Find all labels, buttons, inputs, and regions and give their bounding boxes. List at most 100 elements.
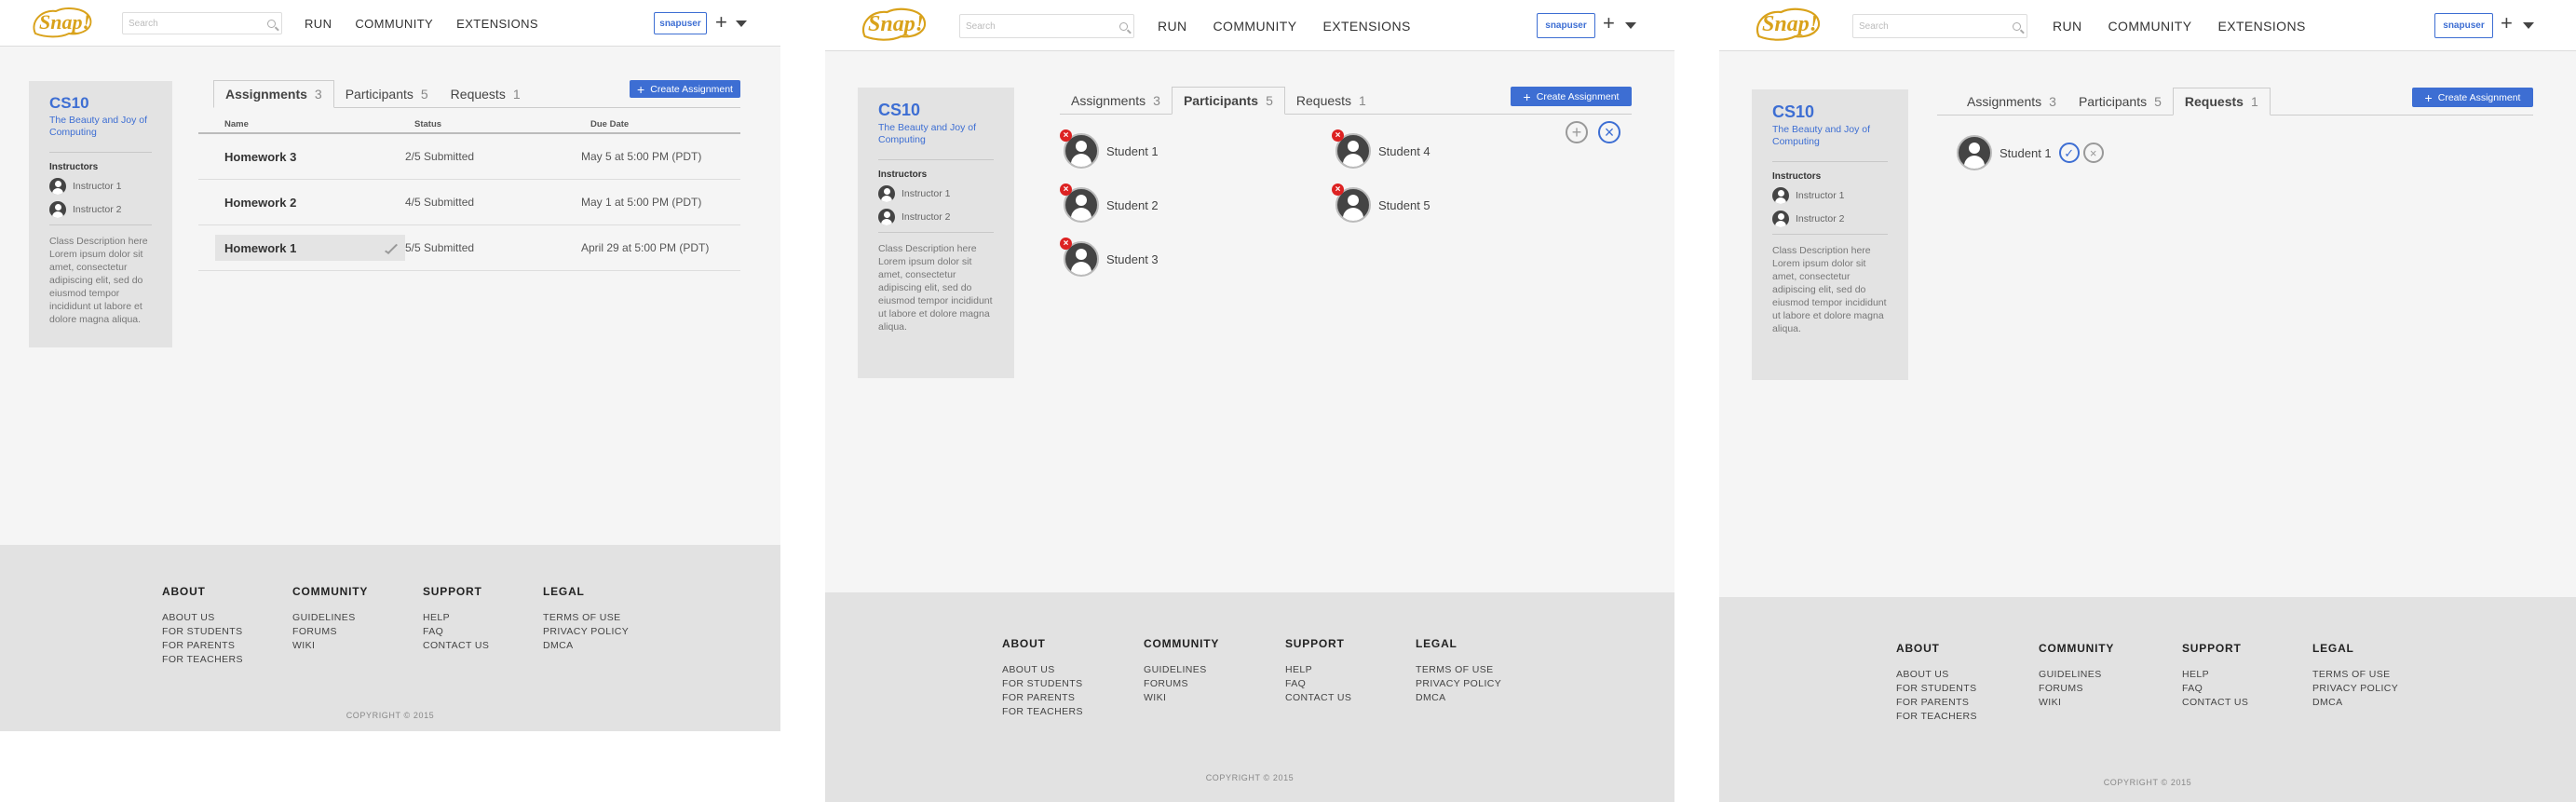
footer-link[interactable]: HELP [423,611,489,625]
footer-link[interactable]: GUIDELINES [2039,668,2114,682]
remove-icon[interactable]: × [1060,238,1072,250]
remove-icon[interactable]: × [1060,184,1072,196]
footer-link[interactable]: FOR PARENTS [1002,691,1083,705]
footer-link[interactable]: WIKI [292,639,368,653]
footer-link[interactable]: HELP [2182,668,2248,682]
tab-requests[interactable]: Requests 1 [1285,88,1377,114]
close-edit-icon[interactable]: × [1598,121,1620,143]
footer-link[interactable]: FAQ [1285,677,1351,691]
add-icon[interactable]: + [1603,13,1615,34]
footer-link[interactable]: FOR STUDENTS [1002,677,1083,691]
nav-run[interactable]: RUN [1158,19,1187,34]
instructor-item[interactable]: Instructor 2 [1772,211,1888,227]
tab-assignments[interactable]: Assignments 3 [1956,88,2068,115]
tab-participants[interactable]: Participants 5 [334,81,440,107]
chevron-down-icon[interactable] [736,20,747,27]
snap-logo[interactable]: Snap! [857,6,927,43]
nav-run[interactable]: RUN [2053,19,2082,34]
instructor-item[interactable]: Instructor 1 [1772,187,1888,204]
create-assignment-button[interactable]: + Create Assignment [2412,88,2533,107]
participant-item[interactable]: × Student 4 [1332,129,1430,169]
footer-link[interactable]: FORUMS [1144,677,1219,691]
remove-icon[interactable]: × [1060,129,1072,142]
footer-link[interactable]: WIKI [1144,691,1219,705]
footer-link[interactable]: FOR STUDENTS [162,625,243,639]
footer-link[interactable]: CONTACT US [2182,696,2248,710]
create-assignment-button[interactable]: + Create Assignment [1511,87,1632,106]
nav-extensions[interactable]: EXTENSIONS [456,17,538,31]
instructor-item[interactable]: Instructor 2 [878,209,994,225]
course-title[interactable]: The Beauty and Joy of Computing [1772,124,1888,148]
remove-icon[interactable]: × [1332,184,1344,196]
snap-logo[interactable]: Snap! [28,6,92,39]
table-row[interactable]: Homework 3 2/5 Submitted May 5 at 5:00 P… [198,134,740,180]
user-menu-button[interactable]: snapuser [2434,13,2493,38]
tab-requests[interactable]: Requests 1 [440,81,532,107]
footer-link[interactable]: FOR PARENTS [1896,696,1977,710]
footer-link[interactable]: FOR TEACHERS [1002,705,1083,719]
edit-pencil-icon[interactable] [384,241,399,254]
search-icon[interactable] [267,19,276,28]
course-title[interactable]: The Beauty and Joy of Computing [878,122,994,146]
footer-link[interactable]: FOR TEACHERS [162,653,243,667]
table-row[interactable]: Homework 1 5/5 Submitted April 29 at 5:0… [198,225,740,271]
participant-item[interactable]: × Student 3 [1060,238,1159,277]
nav-extensions[interactable]: EXTENSIONS [2217,19,2305,34]
tab-participants[interactable]: Participants 5 [2068,88,2173,115]
footer-link[interactable]: DMCA [543,639,629,653]
nav-extensions[interactable]: EXTENSIONS [1322,19,1410,34]
nav-community[interactable]: COMMUNITY [2108,19,2192,34]
footer-link[interactable]: PRIVACY POLICY [2312,682,2398,696]
snap-logo[interactable]: Snap! [1751,6,1821,43]
footer-link[interactable]: TERMS OF USE [543,611,629,625]
instructor-item[interactable]: Instructor 1 [878,185,994,202]
col-status[interactable]: Status [414,119,590,129]
col-name[interactable]: Name [224,119,414,129]
nav-community[interactable]: COMMUNITY [1213,19,1297,34]
assignment-name[interactable]: Homework 2 [215,189,405,215]
reject-close-icon[interactable]: × [2082,143,2104,163]
create-assignment-button[interactable]: + Create Assignment [630,80,740,98]
chevron-down-icon[interactable] [1625,22,1636,29]
instructor-item[interactable]: Instructor 2 [49,201,152,218]
participant-item[interactable]: × Student 1 [1060,129,1159,169]
footer-link[interactable]: GUIDELINES [292,611,368,625]
footer-link[interactable]: DMCA [2312,696,2398,710]
remove-icon[interactable]: × [1332,129,1344,142]
search-icon[interactable] [2013,21,2021,31]
footer-link[interactable]: PRIVACY POLICY [1416,677,1501,691]
footer-link[interactable]: FORUMS [2039,682,2114,696]
table-row[interactable]: Homework 2 4/5 Submitted May 1 at 5:00 P… [198,180,740,225]
footer-link[interactable]: FAQ [423,625,489,639]
footer-link[interactable]: TERMS OF USE [2312,668,2398,682]
tab-participants[interactable]: Participants 5 [1171,87,1285,115]
footer-link[interactable]: FORUMS [292,625,368,639]
footer-link[interactable]: FOR STUDENTS [1896,682,1977,696]
footer-link[interactable]: ABOUT US [162,611,243,625]
search-icon[interactable] [1119,21,1128,31]
add-icon[interactable]: + [715,12,727,33]
add-participant-icon[interactable]: + [1566,121,1588,143]
footer-link[interactable]: GUIDELINES [1144,663,1219,677]
footer-link[interactable]: PRIVACY POLICY [543,625,629,639]
footer-link[interactable]: FOR TEACHERS [1896,710,1977,724]
footer-link[interactable]: WIKI [2039,696,2114,710]
course-title[interactable]: The Beauty and Joy of Computing [49,115,152,139]
chevron-down-icon[interactable] [2523,22,2534,29]
user-menu-button[interactable]: snapuser [1537,13,1595,38]
tab-requests[interactable]: Requests 1 [2172,88,2271,116]
search-input[interactable]: Search [959,14,1134,38]
footer-link[interactable]: ABOUT US [1896,668,1977,682]
add-icon[interactable]: + [2501,13,2513,34]
nav-community[interactable]: COMMUNITY [355,17,433,31]
assignment-name[interactable]: Homework 1 [215,235,405,261]
user-menu-button[interactable]: snapuser [654,12,707,34]
footer-link[interactable]: FAQ [2182,682,2248,696]
assignment-name[interactable]: Homework 3 [215,143,405,170]
footer-link[interactable]: HELP [1285,663,1351,677]
nav-run[interactable]: RUN [305,17,332,31]
footer-link[interactable]: FOR PARENTS [162,639,243,653]
footer-link[interactable]: CONTACT US [423,639,489,653]
footer-link[interactable]: ABOUT US [1002,663,1083,677]
footer-link[interactable]: DMCA [1416,691,1501,705]
